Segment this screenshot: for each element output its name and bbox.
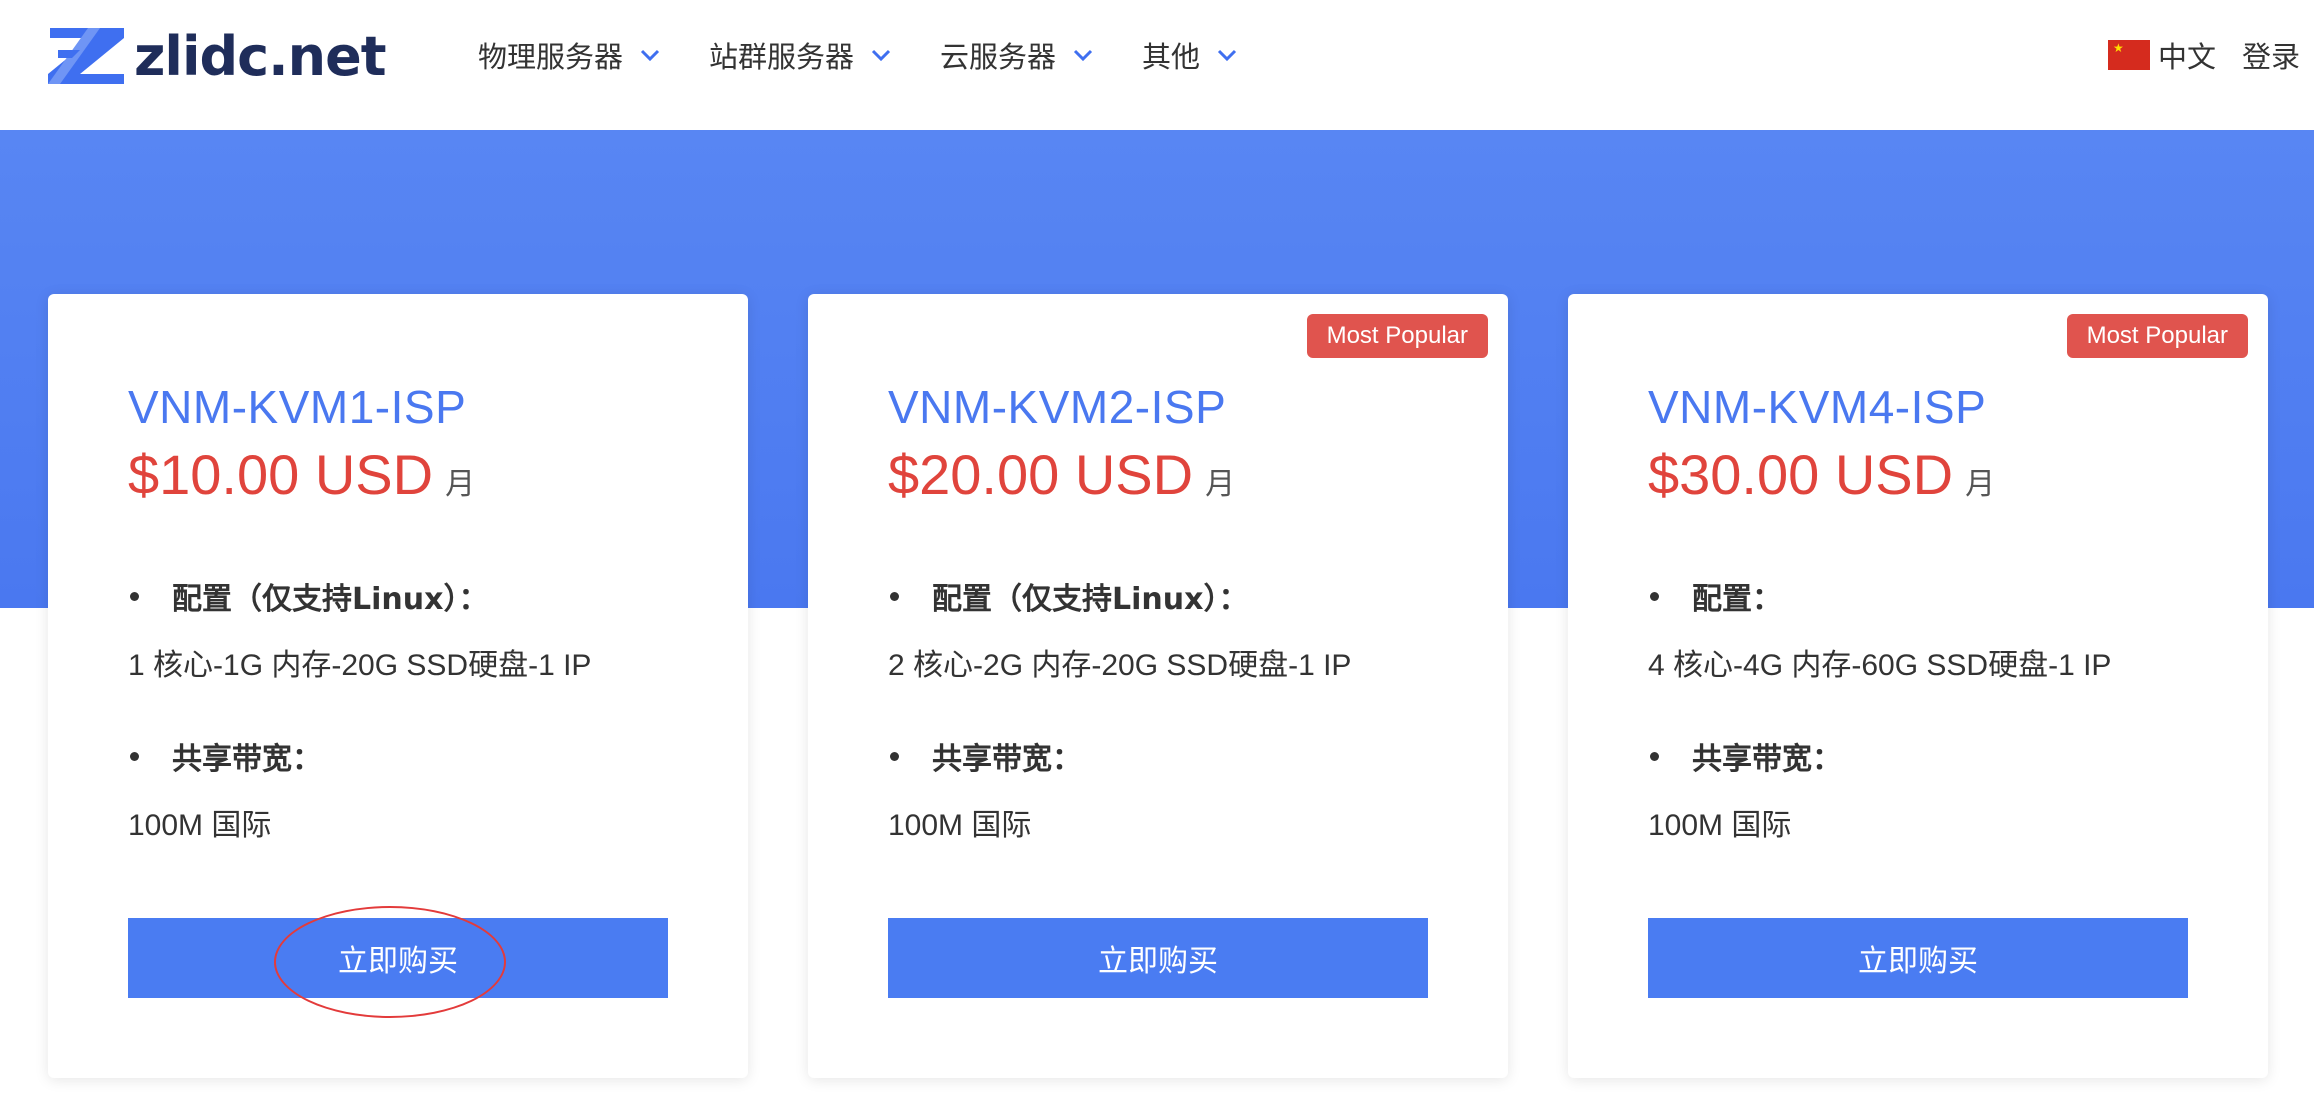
config-spec: 配置： 4 核心-4G 内存-60G SSD硬盘-1 IP [1648,574,2111,684]
menu-item-label: 站群服务器 [709,40,855,74]
bullet-icon [1650,751,1659,761]
language-label: 中文 [2158,40,2217,74]
plan-price: $20.00 USD 月 [888,442,1235,507]
config-value: 4 核心-4G 内存-60G SSD硬盘-1 IP [1648,649,2112,682]
pricing-card: Most Popular VNM-KVM2-ISP $20.00 USD 月 配… [808,294,1508,1078]
login-link[interactable]: 登录 [2242,34,2300,76]
most-popular-badge: Most Popular [1306,314,1488,358]
price-period: 月 [445,467,476,502]
bandwidth-value: 100M 国际 [1648,809,1792,842]
buy-now-button[interactable]: 立即购买 [1648,918,2188,998]
main-menu: 物理服务器 站群服务器 云服务器 其他 [478,30,1286,80]
menu-item-cloud-servers[interactable]: 云服务器 [940,34,1094,76]
site-logo[interactable]: zlidc.net [48,24,387,88]
bandwidth-spec: 共享带宽： 100M 国际 [1648,734,1842,844]
config-value: 2 核心-2G 内存-20G SSD硬盘-1 IP [888,649,1352,682]
bullet-icon [130,751,139,761]
chevron-down-icon [640,49,660,62]
price-period: 月 [1965,467,1996,502]
config-value: 1 核心-1G 内存-20G SSD硬盘-1 IP [128,649,592,682]
top-navbar: zlidc.net 物理服务器 站群服务器 云服务器 其他 ★ 中文 登录 [0,0,2314,130]
menu-item-site-group-servers[interactable]: 站群服务器 [709,34,892,76]
bullet-icon [890,751,899,761]
bandwidth-value: 100M 国际 [888,809,1032,842]
bullet-icon [1650,591,1659,601]
bandwidth-label: 共享带宽： [172,742,322,777]
price-amount: $20.00 USD [888,443,1194,506]
buy-now-button[interactable]: 立即购买 [128,918,668,998]
config-label: 配置： [1692,582,1782,617]
bandwidth-label: 共享带宽： [1692,742,1842,777]
chevron-down-icon [1218,49,1237,62]
price-amount: $10.00 USD [128,443,434,506]
pricing-card: VNM-KVM1-ISP $10.00 USD 月 配置（仅支持Linux）： … [48,294,748,1078]
config-spec: 配置（仅支持Linux）： 1 核心-1G 内存-20G SSD硬盘-1 IP [128,574,591,684]
menu-item-label: 其他 [1142,40,1201,74]
menu-item-label: 云服务器 [940,40,1057,74]
pricing-card: Most Popular VNM-KVM4-ISP $30.00 USD 月 配… [1568,294,2268,1078]
language-selector[interactable]: ★ 中文 [2108,34,2216,76]
chevron-down-icon [871,49,891,62]
bullet-icon [130,591,139,601]
plan-price: $30.00 USD 月 [1648,442,1995,507]
menu-item-label: 物理服务器 [478,40,624,74]
plan-name: VNM-KVM2-ISP [888,381,1227,433]
logo-text: zlidc.net [134,24,387,88]
most-popular-badge: Most Popular [2066,314,2248,358]
plan-name: VNM-KVM1-ISP [128,381,467,433]
chevron-down-icon [1073,49,1093,62]
price-amount: $30.00 USD [1648,443,1954,506]
bandwidth-spec: 共享带宽： 100M 国际 [128,734,322,844]
china-flag-icon: ★ [2108,40,2150,70]
config-label: 配置（仅支持Linux）： [932,582,1249,617]
config-spec: 配置（仅支持Linux）： 2 核心-2G 内存-20G SSD硬盘-1 IP [888,574,1351,684]
price-period: 月 [1205,467,1236,502]
config-label: 配置（仅支持Linux）： [172,582,489,617]
bandwidth-label: 共享带宽： [932,742,1082,777]
plan-name: VNM-KVM4-ISP [1648,381,1987,433]
menu-item-physical-servers[interactable]: 物理服务器 [478,34,661,76]
bandwidth-value: 100M 国际 [128,809,272,842]
plan-price: $10.00 USD 月 [128,442,475,507]
zlidc-logo-icon [48,28,124,84]
buy-now-button[interactable]: 立即购买 [888,918,1428,998]
bandwidth-spec: 共享带宽： 100M 国际 [888,734,1082,844]
bullet-icon [890,591,899,601]
menu-item-other[interactable]: 其他 [1142,34,1238,76]
